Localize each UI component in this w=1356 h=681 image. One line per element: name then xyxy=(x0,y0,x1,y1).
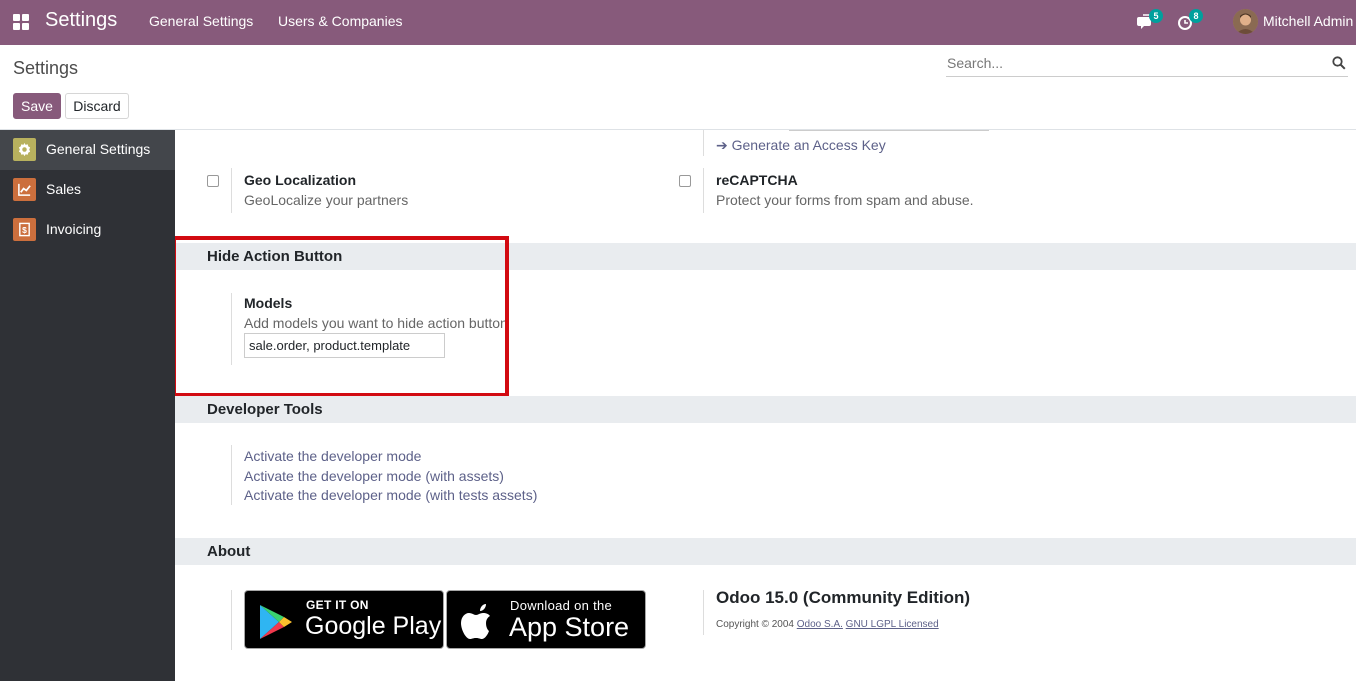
divider xyxy=(231,293,232,365)
geo-localization-desc: GeoLocalize your partners xyxy=(244,192,409,208)
sidebar-item-general-settings[interactable]: General Settings xyxy=(0,130,175,170)
recaptcha-title: reCAPTCHA xyxy=(716,172,798,188)
odoo-sa-link[interactable]: Odoo S.A. xyxy=(797,619,843,630)
settings-sidebar: General Settings Sales $ Invoicing xyxy=(0,130,175,681)
sidebar-item-invoicing[interactable]: $ Invoicing xyxy=(0,210,175,250)
models-field[interactable] xyxy=(244,333,445,358)
activate-developer-mode-assets-link[interactable]: Activate the developer mode (with assets… xyxy=(244,468,504,484)
models-desc: Add models you want to hide action butto… xyxy=(244,315,508,331)
page-title: Settings xyxy=(13,58,79,78)
app-store-button[interactable]: Download on the App Store xyxy=(446,590,646,649)
geo-localization-title: Geo Localization xyxy=(244,172,357,188)
messages-badge: 5 xyxy=(1149,9,1163,23)
google-play-big-text: Google Play xyxy=(305,612,442,640)
divider xyxy=(703,168,704,213)
divider xyxy=(231,168,232,213)
chart-icon xyxy=(13,178,36,201)
access-key-field-edge xyxy=(789,130,989,131)
divider xyxy=(231,445,232,505)
sidebar-item-label: Sales xyxy=(46,181,82,197)
section-title: About xyxy=(207,543,251,560)
divider xyxy=(231,590,232,650)
search-box xyxy=(946,52,1348,77)
geo-localization-checkbox[interactable] xyxy=(207,175,219,187)
version-text: Odoo 15.0 (Community Edition) xyxy=(716,588,971,607)
generate-access-key-link[interactable]: ➔ Generate an Access Key xyxy=(716,137,886,154)
svg-text:$: $ xyxy=(22,225,27,235)
search-input[interactable] xyxy=(946,52,1316,74)
gear-icon xyxy=(13,138,36,161)
messaging-icon[interactable]: 5 xyxy=(1137,9,1163,33)
recaptcha-checkbox[interactable] xyxy=(679,175,691,187)
top-navbar: Settings General Settings Users & Compan… xyxy=(0,0,1356,45)
search-icon[interactable] xyxy=(1332,56,1346,70)
sidebar-item-label: Invoicing xyxy=(46,221,102,237)
models-title: Models xyxy=(244,295,293,311)
copyright-text: Copyright © 2004 xyxy=(716,619,794,630)
arrow-right-icon: ➔ xyxy=(716,137,728,153)
user-name[interactable]: Mitchell Admin xyxy=(1263,13,1353,29)
google-play-small-text: GET IT ON xyxy=(306,598,369,612)
user-avatar[interactable] xyxy=(1233,9,1258,34)
activities-badge: 8 xyxy=(1189,9,1203,23)
discard-button[interactable]: Discard xyxy=(65,93,129,119)
section-title: Hide Action Button xyxy=(207,248,343,265)
generate-access-key-label: Generate an Access Key xyxy=(731,137,886,153)
google-play-icon xyxy=(260,605,292,639)
app-store-small-text: Download on the xyxy=(510,598,613,613)
section-header-developer-tools: Developer Tools xyxy=(175,396,1356,423)
app-title[interactable]: Settings xyxy=(45,9,117,32)
section-title: Developer Tools xyxy=(207,401,323,418)
apps-menu-icon[interactable] xyxy=(13,14,29,30)
section-header-hide-action: Hide Action Button xyxy=(175,243,1356,270)
apple-icon xyxy=(461,604,490,639)
copyright-line: Copyright © 2004 Odoo S.A. GNU LGPL Lice… xyxy=(716,619,939,630)
settings-content: ➔ Generate an Access Key Geo Localizatio… xyxy=(175,130,1356,681)
recaptcha-desc: Protect your forms from spam and abuse. xyxy=(716,192,974,208)
divider xyxy=(703,590,704,635)
activate-developer-mode-tests-link[interactable]: Activate the developer mode (with tests … xyxy=(244,487,537,503)
activate-developer-mode-link[interactable]: Activate the developer mode xyxy=(244,448,421,464)
save-button[interactable]: Save xyxy=(13,93,61,119)
menu-users-companies[interactable]: Users & Companies xyxy=(278,13,403,29)
divider xyxy=(703,130,704,156)
google-play-button[interactable]: GET IT ON Google Play xyxy=(244,590,444,649)
section-header-about: About xyxy=(175,538,1356,565)
license-link[interactable]: GNU LGPL Licensed xyxy=(846,619,939,630)
sidebar-item-label: General Settings xyxy=(46,141,151,157)
invoice-icon: $ xyxy=(13,218,36,241)
sidebar-item-sales[interactable]: Sales xyxy=(0,170,175,210)
menu-general-settings[interactable]: General Settings xyxy=(149,13,253,29)
app-store-big-text: App Store xyxy=(509,612,630,642)
activity-clock-icon[interactable]: 8 xyxy=(1177,9,1203,33)
